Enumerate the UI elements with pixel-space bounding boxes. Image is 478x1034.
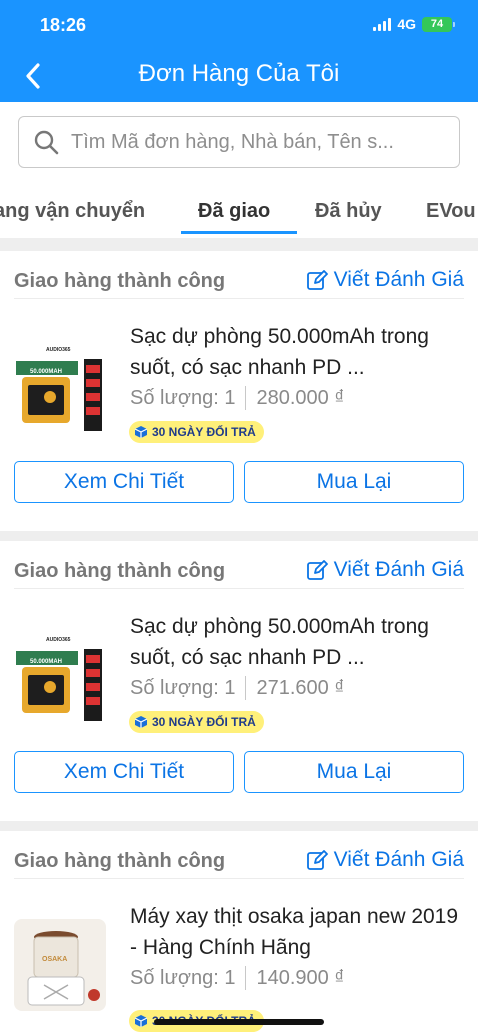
order-status: Giao hàng thành công xyxy=(14,850,226,872)
write-review-link[interactable]: Viết Đánh Giá xyxy=(306,558,464,582)
order-card: Giao hàng thành công Viết Đánh Giá OSAKA… xyxy=(0,831,478,1034)
battery-level: 74 xyxy=(430,18,444,30)
box-icon xyxy=(134,1015,148,1027)
divider xyxy=(245,386,247,410)
quantity-price: Số lượng: 1 140.900 ₫ xyxy=(130,966,345,990)
divider xyxy=(245,676,247,700)
product-name[interactable]: Sạc dự phòng 50.000mAh trong suốt, có sạ… xyxy=(130,611,460,673)
order-status: Giao hàng thành công xyxy=(14,560,226,582)
write-review-link[interactable]: Viết Đánh Giá xyxy=(306,268,464,292)
return-policy-badge: 30 NGÀY ĐỔI TRẢ xyxy=(129,421,264,443)
product-name[interactable]: Sạc dự phòng 50.000mAh trong suốt, có sạ… xyxy=(130,321,460,383)
order-card: Giao hàng thành công Viết Đánh Giá AUDIO… xyxy=(0,541,478,821)
quantity-price: Số lượng: 1 271.600 ₫ xyxy=(130,676,345,700)
divider xyxy=(245,966,247,990)
return-policy-label: 30 NGÀY ĐỔI TRẢ xyxy=(152,425,256,439)
quantity-label: Số lượng: 1 xyxy=(130,966,236,989)
write-review-label: Viết Đánh Giá xyxy=(333,558,464,581)
status-time: 18:26 xyxy=(40,15,87,35)
page-title: Đơn Hàng Của Tôi xyxy=(138,60,340,87)
order-status-tabs: ang vận chuyển Đã giao Đã hủy EVou xyxy=(0,182,478,238)
box-icon xyxy=(134,716,148,728)
return-policy-badge: 30 NGÀY ĐỔI TRẢ xyxy=(129,711,264,733)
quantity-label: Số lượng: 1 xyxy=(130,386,236,409)
thumb-capacity: 50.000MAH xyxy=(30,369,62,375)
product-thumbnail[interactable]: OSAKA xyxy=(14,919,106,1011)
thumb-capacity: 50.000MAH xyxy=(30,659,62,665)
search-bar xyxy=(0,102,478,182)
write-review-link[interactable]: Viết Đánh Giá xyxy=(306,848,464,872)
search-input[interactable] xyxy=(71,130,441,154)
edit-icon xyxy=(306,850,328,870)
thumb-brand: AUDIO365 xyxy=(46,637,71,643)
product-thumbnail[interactable]: AUDIO365 50.000MAH xyxy=(14,341,106,433)
price: 271.600 ₫ xyxy=(256,676,345,699)
tab-delivered[interactable]: Đã giao xyxy=(198,200,270,223)
order-card-header: Giao hàng thành công Viết Đánh Giá xyxy=(14,251,464,299)
price: 280.000 ₫ xyxy=(256,386,345,409)
status-icons: 4G 74 xyxy=(373,16,455,32)
product-thumbnail[interactable]: AUDIO365 50.000MAH xyxy=(14,631,106,723)
rebuy-button[interactable]: Mua Lại xyxy=(244,461,464,503)
quantity-label: Số lượng: 1 xyxy=(130,676,236,699)
box-icon xyxy=(134,426,148,438)
order-card-header: Giao hàng thành công Viết Đánh Giá xyxy=(14,541,464,589)
tab-evoucher[interactable]: EVou xyxy=(426,200,476,223)
signal-icon xyxy=(373,17,392,31)
quantity-price: Số lượng: 1 280.000 ₫ xyxy=(130,386,345,410)
edit-icon xyxy=(306,560,328,580)
view-detail-button[interactable]: Xem Chi Tiết xyxy=(14,751,234,793)
thumb-brand: OSAKA xyxy=(42,956,67,963)
order-card: Giao hàng thành công Viết Đánh Giá AUDIO… xyxy=(0,251,478,531)
tab-shipping[interactable]: ang vận chuyển xyxy=(0,200,145,223)
order-status: Giao hàng thành công xyxy=(14,270,226,292)
order-card-header: Giao hàng thành công Viết Đánh Giá xyxy=(14,831,464,879)
network-label: 4G xyxy=(397,16,416,32)
price: 140.900 ₫ xyxy=(256,966,345,989)
tab-cancelled[interactable]: Đã hủy xyxy=(315,200,382,223)
return-policy-label: 30 NGÀY ĐỔI TRẢ xyxy=(152,715,256,729)
edit-icon xyxy=(306,270,328,290)
thumb-brand: AUDIO365 xyxy=(46,347,71,353)
search-box[interactable] xyxy=(18,116,460,168)
view-detail-button[interactable]: Xem Chi Tiết xyxy=(14,461,234,503)
app-header: 18:26 4G 74 Đơn Hàng Của Tôi xyxy=(0,0,478,102)
write-review-label: Viết Đánh Giá xyxy=(333,848,464,871)
home-indicator xyxy=(154,1019,324,1025)
product-name[interactable]: Máy xay thịt osaka japan new 2019 - Hàng… xyxy=(130,901,460,963)
write-review-label: Viết Đánh Giá xyxy=(333,268,464,291)
search-icon xyxy=(34,130,59,155)
rebuy-button[interactable]: Mua Lại xyxy=(244,751,464,793)
battery-icon: 74 xyxy=(422,16,455,32)
active-tab-indicator xyxy=(181,231,297,234)
